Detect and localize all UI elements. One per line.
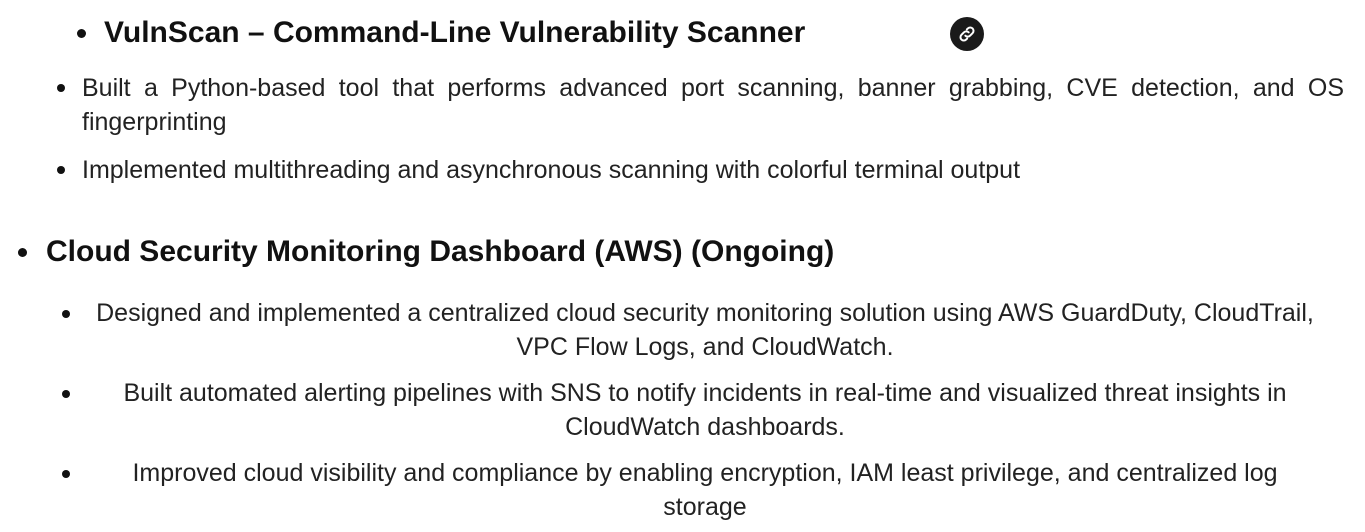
list-bullet <box>57 166 65 174</box>
project-title-cloud-dashboard: Cloud Security Monitoring Dashboard (AWS… <box>46 235 835 268</box>
heading-bullet <box>18 248 27 257</box>
list-bullet <box>62 390 70 398</box>
project-title-vulnscan: VulnScan – Command-Line Vulnerability Sc… <box>104 16 806 49</box>
chain-link-icon <box>959 26 975 42</box>
link-icon[interactable] <box>950 17 984 51</box>
list-item: Improved cloud visibility and compliance… <box>132 459 1278 521</box>
list-item: Implemented multithreading and asynchron… <box>82 156 1021 184</box>
list-item: Built a Python-based tool that performs … <box>82 74 1344 136</box>
list-item: Built automated alerting pipelines with … <box>123 379 1287 441</box>
list-item: Designed and implemented a centralized c… <box>96 299 1314 361</box>
list-bullet <box>57 84 65 92</box>
list-bullet <box>62 310 70 318</box>
heading-bullet <box>77 29 86 38</box>
list-bullet <box>62 470 70 478</box>
